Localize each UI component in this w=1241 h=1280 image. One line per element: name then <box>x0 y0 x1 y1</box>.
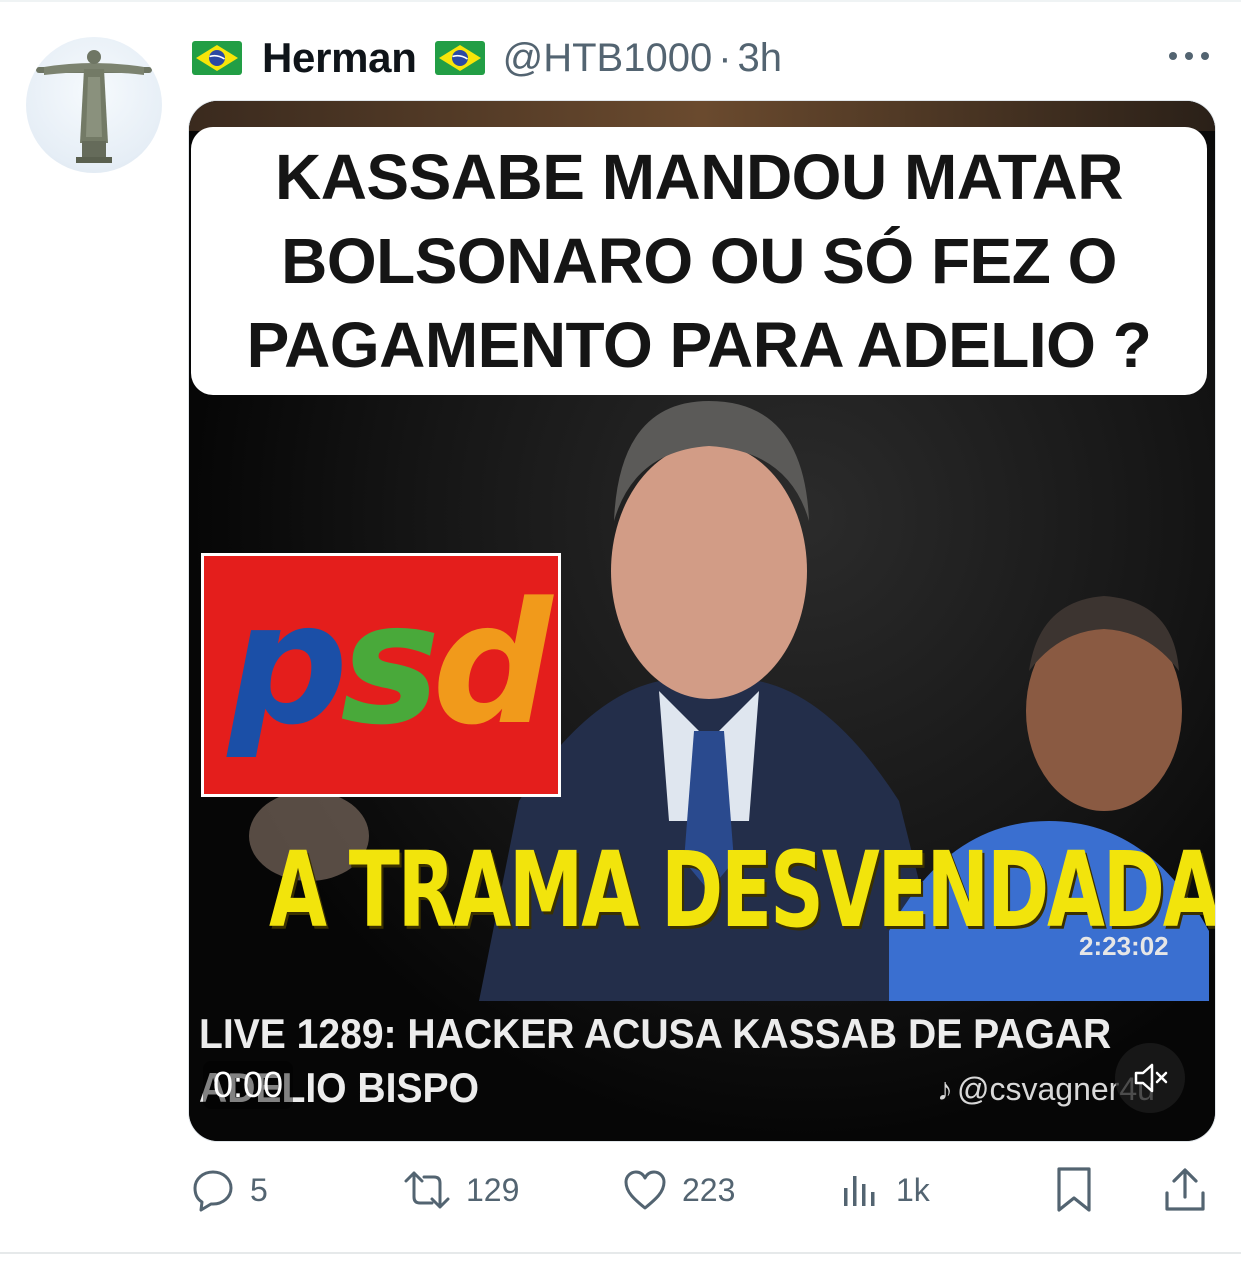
heart-icon <box>624 1170 666 1210</box>
more-options-icon[interactable] <box>1166 44 1212 68</box>
author-handle[interactable]: @HTB1000 <box>503 36 713 81</box>
playback-time: 0:00 <box>203 1061 294 1109</box>
brazil-flag-icon <box>192 41 242 75</box>
reply-button[interactable]: 5 <box>190 1160 268 1220</box>
share-button[interactable] <box>1162 1160 1208 1220</box>
analytics-icon <box>844 1176 875 1206</box>
psd-logo-s: s <box>340 566 440 762</box>
tweet-timestamp[interactable]: 3h <box>738 36 783 81</box>
psd-logo-p: p <box>228 566 348 762</box>
live-title-line: LIVE 1289: HACKER ACUSA KASSAB DE PAGAR <box>199 1010 1112 1057</box>
headline-line: PAGAMENTO PARA ADELIO ? <box>246 309 1152 381</box>
overlay-title: A TRAMA DESVENDADA ? <box>269 829 1216 951</box>
views-button[interactable]: 1k <box>838 1160 930 1220</box>
headline-line: KASSABE MANDOU MATAR <box>274 141 1124 213</box>
author-display-name[interactable]: Herman <box>262 34 417 82</box>
headline-banner: KASSABE MANDOU MATAR BOLSONARO OU SÓ FEZ… <box>191 127 1207 395</box>
video-player[interactable]: KASSABE MANDOU MATAR BOLSONARO OU SÓ FEZ… <box>188 100 1216 1142</box>
christ-the-redeemer-statue-icon <box>36 50 152 163</box>
bottom-divider <box>0 1252 1241 1254</box>
brazil-flag-icon <box>434 41 485 75</box>
avatar[interactable] <box>26 37 162 173</box>
reply-count: 5 <box>250 1171 268 1208</box>
like-button[interactable]: 223 <box>622 1160 735 1220</box>
like-count: 223 <box>682 1171 736 1208</box>
tweet-header: Herman @HTB1000 · 3h <box>192 30 782 86</box>
reply-icon <box>193 1170 233 1212</box>
bookmark-icon <box>1057 1167 1091 1212</box>
bookmark-button[interactable] <box>1054 1160 1094 1220</box>
repost-button[interactable]: 129 <box>402 1160 519 1220</box>
video-duration-label: 2:23:02 <box>1079 931 1169 961</box>
tiktok-icon: ♪ <box>937 1071 953 1107</box>
speaker-muted-icon <box>1134 1063 1168 1093</box>
views-count: 1k <box>896 1171 930 1208</box>
psd-logo-d: d <box>432 566 552 762</box>
psd-logo: psd <box>201 553 561 797</box>
top-divider <box>0 0 1241 2</box>
repost-icon <box>404 1171 450 1209</box>
share-icon <box>1165 1168 1205 1211</box>
repost-count: 129 <box>466 1171 520 1208</box>
headline-line: BOLSONARO OU SÓ FEZ O <box>281 225 1117 297</box>
mute-button[interactable] <box>1115 1043 1185 1113</box>
header-separator: · <box>718 35 732 80</box>
tweet-action-bar: 5 129 223 1k <box>0 1160 1241 1220</box>
